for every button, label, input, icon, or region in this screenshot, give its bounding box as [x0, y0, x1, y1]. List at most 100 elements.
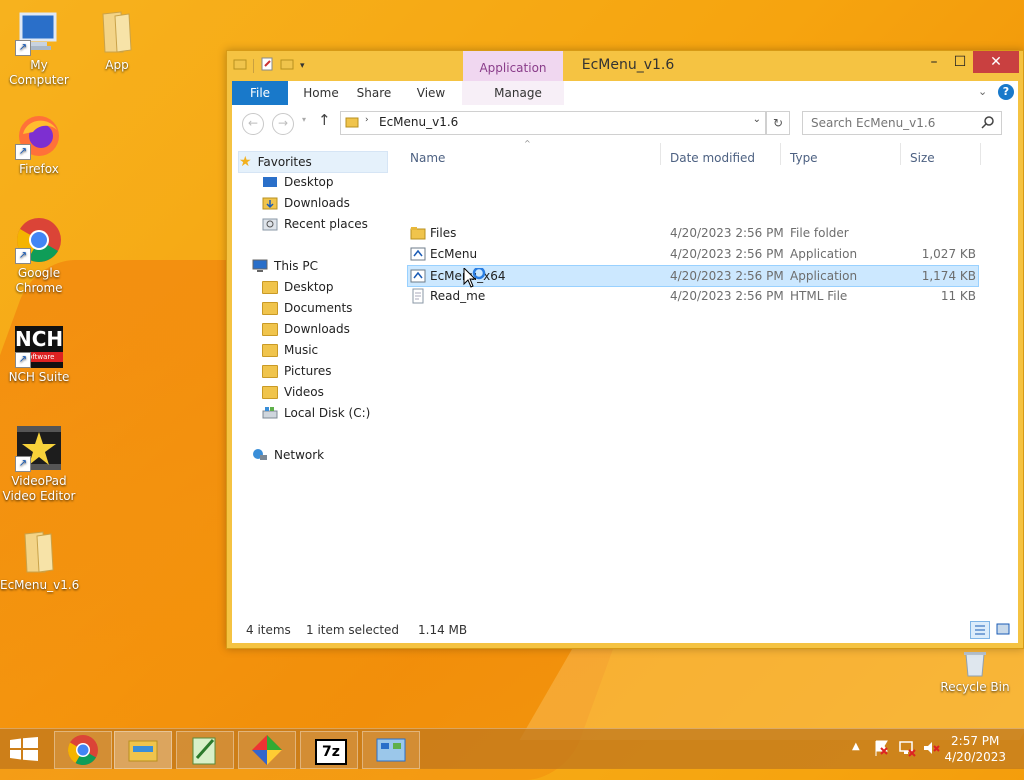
- file-date: 4/20/2023 2:56 PM: [670, 226, 784, 240]
- status-bar: 4 items 1 item selected 1.14 MB: [232, 617, 1018, 643]
- sort-arrow-icon: ^: [524, 139, 531, 148]
- file-type: Application: [790, 269, 858, 283]
- file-row-selected[interactable]: EcMenu_x64 4/20/2023 2:56 PM Application…: [407, 265, 979, 288]
- nav-label: Desktop: [284, 175, 334, 189]
- desktop-icon-chrome[interactable]: ↗ Google Chrome: [0, 216, 78, 296]
- file-date: 4/20/2023 2:56 PM: [670, 289, 784, 303]
- nav-label: Downloads: [284, 322, 350, 336]
- tab-view[interactable]: View: [414, 81, 448, 105]
- desktop-icon-ecmenu-folder[interactable]: EcMenu_v1.6: [0, 528, 79, 593]
- recycle-bin-icon: [951, 648, 999, 678]
- desktop-icon-app[interactable]: App: [78, 8, 156, 73]
- nav-label: Documents: [284, 301, 353, 315]
- details-view-icon[interactable]: [970, 621, 990, 639]
- desktop-icon-recycle-bin[interactable]: Recycle Bin: [936, 648, 1014, 695]
- column-separator[interactable]: [660, 143, 661, 165]
- column-separator[interactable]: [980, 143, 981, 165]
- nav-fav-recent-places[interactable]: Recent places: [262, 214, 368, 234]
- file-row[interactable]: Files 4/20/2023 2:56 PM File folder: [408, 223, 978, 243]
- desktop-icon-videopad[interactable]: ↗ VideoPad Video Editor: [0, 424, 78, 504]
- column-header-size[interactable]: Size: [910, 147, 935, 169]
- drive-icon: [262, 406, 278, 420]
- show-hidden-icons-icon[interactable]: ▲: [852, 741, 860, 752]
- nav-network[interactable]: Network: [252, 445, 324, 465]
- taskbar-7zip[interactable]: 7z: [300, 731, 358, 769]
- taskbar-control-panel[interactable]: [362, 731, 420, 769]
- nav-fav-desktop[interactable]: Desktop: [262, 172, 334, 192]
- address-bar[interactable]: › EcMenu_v1.6 › ⌄: [340, 111, 766, 135]
- help-icon[interactable]: ?: [998, 84, 1014, 100]
- column-header-date[interactable]: Date modified: [670, 147, 755, 169]
- file-name: Read_me: [430, 289, 486, 303]
- volume-muted-icon[interactable]: [922, 739, 940, 760]
- folder-icon: [345, 115, 359, 132]
- desktop-icon-label: Firefox: [19, 162, 59, 176]
- nav-fav-downloads[interactable]: Downloads: [262, 193, 350, 213]
- shortcut-arrow-icon: ↗: [15, 40, 31, 56]
- tab-file[interactable]: File: [232, 81, 288, 105]
- taskbar-file-explorer[interactable]: [114, 731, 172, 769]
- clock-date: 4/20/2023: [944, 750, 1006, 764]
- taskbar-notepad-plus[interactable]: [176, 731, 234, 769]
- nav-pc-videos[interactable]: Videos: [262, 382, 324, 402]
- start-button[interactable]: [8, 737, 40, 764]
- taskbar-app-colorful[interactable]: [238, 731, 296, 769]
- computer-icon: [252, 259, 268, 273]
- chrome-icon: ↗: [15, 216, 63, 264]
- star-icon: ★: [239, 154, 252, 170]
- nav-pc-pictures[interactable]: Pictures: [262, 361, 332, 381]
- shortcut-arrow-icon: ↗: [15, 456, 31, 472]
- action-center-flag-icon[interactable]: [874, 739, 890, 760]
- column-header-type[interactable]: Type: [790, 147, 818, 169]
- tab-manage[interactable]: Manage: [488, 81, 548, 105]
- nav-pc-downloads[interactable]: Downloads: [262, 319, 350, 339]
- taskbar-clock[interactable]: 2:57 PM 4/20/2023: [944, 733, 1006, 765]
- breadcrumb-chevron-icon: ›: [365, 115, 369, 125]
- nav-pc-local-disk[interactable]: Local Disk (C:): [262, 403, 370, 423]
- tab-share[interactable]: Share: [354, 81, 394, 105]
- nav-label: Network: [274, 448, 325, 462]
- nav-label: Recent places: [284, 217, 368, 231]
- file-row[interactable]: Read_me 4/20/2023 2:56 PM HTML File 11 K…: [408, 286, 978, 306]
- maximize-button[interactable]: ☐: [945, 51, 975, 73]
- desktop-icon-firefox[interactable]: ↗ Firefox: [0, 112, 78, 177]
- large-icons-view-icon[interactable]: [994, 621, 1012, 637]
- file-date: 4/20/2023 2:56 PM: [670, 269, 784, 283]
- desktop-icon-my-computer[interactable]: ↗ My Computer: [0, 8, 78, 88]
- music-icon: [262, 343, 278, 357]
- nav-this-pc[interactable]: This PC: [252, 256, 318, 276]
- close-button[interactable]: ✕: [973, 51, 1019, 73]
- computer-icon: ↗: [15, 8, 63, 56]
- desktop-icon-nch-suite[interactable]: NCH Software ↗ NCH Suite: [0, 326, 78, 385]
- file-row[interactable]: EcMenu 4/20/2023 2:56 PM Application 1,0…: [408, 244, 978, 264]
- nav-pc-desktop[interactable]: Desktop: [262, 277, 334, 297]
- nav-label: This PC: [274, 259, 318, 273]
- search-input[interactable]: [809, 115, 973, 131]
- nav-pc-music[interactable]: Music: [262, 340, 318, 360]
- column-separator[interactable]: [900, 143, 901, 165]
- up-button[interactable]: ↑: [318, 111, 331, 129]
- column-separator[interactable]: [780, 143, 781, 165]
- taskbar-chrome[interactable]: [54, 731, 112, 769]
- file-explorer-icon: [128, 740, 158, 762]
- network-status-icon[interactable]: [898, 739, 916, 760]
- tab-home[interactable]: Home: [298, 81, 344, 105]
- refresh-button[interactable]: ↻: [766, 111, 790, 135]
- recent-locations-icon[interactable]: ▾: [302, 115, 306, 124]
- forward-button[interactable]: →: [272, 113, 294, 135]
- nav-favorites[interactable]: ★ Favorites: [238, 151, 388, 173]
- breadcrumb-item[interactable]: EcMenu_v1.6: [379, 115, 458, 129]
- desktop-icon-label: NCH Suite: [8, 370, 70, 384]
- column-header-name[interactable]: Name: [410, 147, 445, 169]
- address-dropdown-icon[interactable]: ⌄: [753, 114, 761, 125]
- expand-ribbon-icon[interactable]: ⌄: [978, 85, 987, 98]
- nav-label: Local Disk (C:): [284, 406, 371, 420]
- search-box[interactable]: [802, 111, 1002, 135]
- title-bar[interactable]: ▾ Application Tools EcMenu_v1.6 – ☐ ✕: [227, 51, 1023, 109]
- search-icon[interactable]: [981, 115, 995, 132]
- navigation-pane: ★ Favorites Desktop Downloads Recent pla…: [232, 139, 392, 617]
- window-title-text: EcMenu_v1.6: [581, 57, 675, 73]
- 7zip-icon: 7z: [315, 739, 347, 765]
- back-button[interactable]: ←: [242, 113, 264, 135]
- nav-pc-documents[interactable]: Documents: [262, 298, 352, 318]
